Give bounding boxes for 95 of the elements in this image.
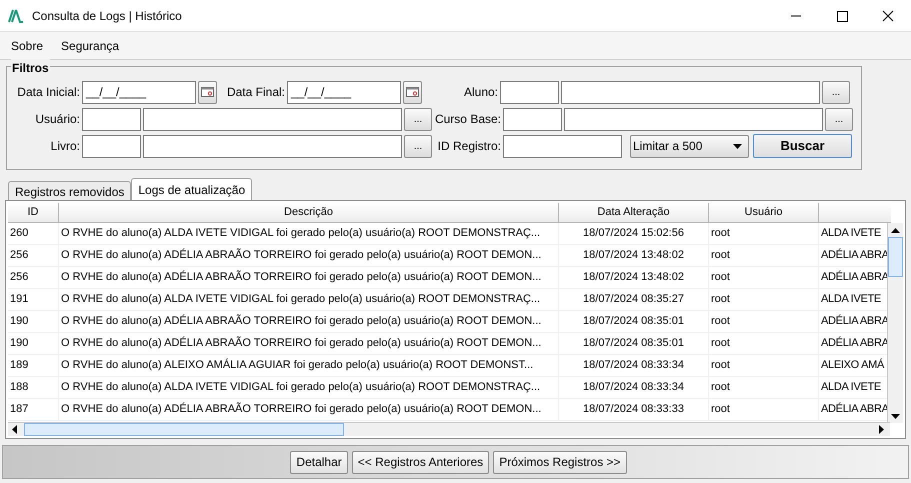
table-cell-text: O RVHE do aluno(a) ADÉLIA ABRAÃO TORREIRO foi gerado pelo(a) usuário(a) ROOT DEMON... — [61, 247, 542, 264]
name-field[interactable] — [564, 108, 823, 130]
lookup-button[interactable]: ... — [404, 108, 432, 130]
table-cell-text: root — [711, 270, 731, 286]
calendar-button[interactable] — [198, 80, 217, 104]
table-cell-text: ALDA IVETE — [821, 292, 881, 308]
calendar-icon — [201, 87, 214, 97]
code-field[interactable] — [82, 108, 141, 130]
date-field[interactable]: __/__/____ — [287, 80, 401, 104]
table-cell-text: O RVHE do aluno(a) ALEIXO AMÁLIA AGUIAR foi gerado pelo(a) usuário(a) ROOT DEMONST... — [61, 358, 534, 374]
scroll-thumb[interactable] — [888, 237, 903, 277]
table-cell-text: root — [711, 226, 731, 242]
field-label: Aluno: — [462, 84, 498, 101]
calendar-icon — [406, 87, 419, 97]
column-header[interactable]: Data Alteração — [559, 203, 709, 223]
logo-icon — [8, 8, 24, 22]
scroll-left-icon[interactable] — [12, 425, 17, 434]
search-button[interactable]: Buscar — [753, 134, 852, 158]
scroll-up-icon[interactable] — [891, 228, 900, 233]
table-cell-text: 18/07/2024 08:35:01 — [582, 336, 685, 352]
field-label: Usuário: — [34, 111, 80, 128]
table-cell-text: root — [711, 402, 731, 418]
code-field[interactable] — [500, 80, 559, 104]
table-cell-text: 18/07/2024 08:33:34 — [582, 380, 685, 396]
name-field[interactable] — [143, 134, 402, 158]
table-cell-text: O RVHE do aluno(a) ADÉLIA ABRAÃO TORREIRO foi gerado pelo(a) usuário(a) ROOT DEMON... — [61, 313, 542, 330]
table-cell-text: 191 — [10, 292, 30, 308]
table-cell-text: 18/07/2024 13:48:02 — [582, 248, 685, 264]
table-cell-text: root — [711, 292, 731, 308]
name-field[interactable] — [561, 80, 820, 104]
table-cell-text: ADÉLIA ABRA — [821, 402, 889, 418]
code-field[interactable] — [82, 134, 141, 158]
tab[interactable]: Logs de atualização — [131, 178, 252, 200]
column-header[interactable]: Usuário — [709, 203, 819, 223]
table-cell-text: ALDA IVETE — [821, 226, 881, 242]
limit-dropdown[interactable]: Limitar a 500 — [630, 134, 749, 158]
table-cell-text: O RVHE do aluno(a) ADÉLIA ABRAÃO TORREIRO foi gerado pelo(a) usuário(a) ROOT DEMON... — [61, 401, 542, 418]
table-cell-text: root — [711, 358, 731, 374]
table-cell-text: 190 — [10, 314, 30, 330]
scroll-down-icon[interactable] — [891, 414, 900, 419]
table-cell-text: O RVHE do aluno(a) ALDA IVETE VIDIGAL foi gerado pelo(a) usuário(a) ROOT DEMONSTRAÇ... — [61, 292, 542, 308]
name-field[interactable] — [143, 108, 402, 130]
lookup-button[interactable]: ... — [822, 80, 850, 104]
table-cell-text: ALEIXO AMÁ — [821, 358, 884, 374]
menu-item[interactable]: Segurança — [61, 36, 120, 54]
horizontal-scrollbar[interactable] — [8, 422, 890, 436]
lookup-button[interactable]: ... — [825, 108, 853, 130]
field-label: Data Final: — [226, 84, 285, 101]
table-cell-text: root — [711, 336, 731, 352]
action-button[interactable]: Próximos Registros >> — [493, 450, 627, 474]
tab[interactable]: Registros removidos — [8, 181, 132, 200]
window-title: Consulta de Logs | Histórico — [32, 8, 182, 24]
field-label: ID Registro: — [436, 138, 501, 155]
table-cell-text: 18/07/2024 13:48:02 — [582, 270, 685, 286]
field-label: Livro: — [50, 138, 80, 155]
scroll-thumb[interactable] — [24, 423, 344, 436]
table-cell-text: 18/07/2024 15:02:56 — [582, 226, 685, 242]
table-cell-text: O RVHE do aluno(a) ALDA IVETE VIDIGAL foi gerado pelo(a) usuário(a) ROOT DEMONSTRAÇ... — [61, 380, 542, 396]
table-cell-text: ALDA IVETE — [821, 380, 881, 396]
table-cell-text: root — [711, 314, 731, 330]
table-cell-text: root — [711, 380, 731, 396]
table-cell-text: 18/07/2024 08:33:34 — [582, 358, 685, 374]
field-label: Data Inicial: — [16, 84, 80, 101]
table-cell-text: 188 — [10, 380, 30, 396]
column-header[interactable]: Descrição — [59, 203, 559, 223]
vertical-scrollbar[interactable] — [887, 223, 903, 423]
table-cell-text: ADÉLIA ABRA — [821, 270, 889, 286]
table-cell-text: 18/07/2024 08:35:01 — [582, 314, 685, 330]
id-field[interactable] — [503, 134, 622, 158]
code-field[interactable] — [503, 108, 562, 130]
column-header[interactable]: ID — [8, 203, 59, 223]
table-cell-text: 18/07/2024 08:35:27 — [582, 292, 685, 308]
table-cell-text: ADÉLIA ABRA — [821, 314, 889, 330]
dropdown-arrow-icon — [733, 144, 742, 148]
table-cell-text: 18/07/2024 08:33:33 — [582, 402, 685, 418]
scroll-right-icon[interactable] — [879, 425, 884, 434]
table-cell-text: O RVHE do aluno(a) ALDA IVETE VIDIGAL foi gerado pelo(a) usuário(a) ROOT DEMONSTRAÇ... — [61, 226, 542, 242]
table-cell-text: ADÉLIA ABRA — [821, 248, 889, 264]
table-cell-text: O RVHE do aluno(a) ADÉLIA ABRAÃO TORREIRO foi gerado pelo(a) usuário(a) ROOT DEMON... — [61, 269, 542, 286]
date-field[interactable]: __/__/____ — [82, 80, 196, 104]
field-label: Curso Base: — [434, 111, 501, 128]
lookup-button[interactable]: ... — [404, 134, 432, 158]
table-cell-text: root — [711, 248, 731, 264]
menu-item[interactable]: Sobre — [11, 36, 44, 54]
table-cell-text: 256 — [10, 270, 30, 286]
table-cell-text: O RVHE do aluno(a) ADÉLIA ABRAÃO TORREIRO foi gerado pelo(a) usuário(a) ROOT DEMON... — [61, 335, 542, 352]
table-cell-text: ADÉLIA ABRA — [821, 336, 889, 352]
action-button[interactable]: Detalhar — [290, 450, 348, 474]
action-button[interactable]: << Registros Anteriores — [352, 450, 490, 474]
table-cell-text: 187 — [10, 402, 30, 418]
table-cell-text: 256 — [10, 248, 30, 264]
table-cell-text: 190 — [10, 336, 30, 352]
table-cell-text: 260 — [10, 226, 30, 242]
table-cell-text: 189 — [10, 358, 30, 374]
calendar-button[interactable] — [403, 80, 422, 104]
